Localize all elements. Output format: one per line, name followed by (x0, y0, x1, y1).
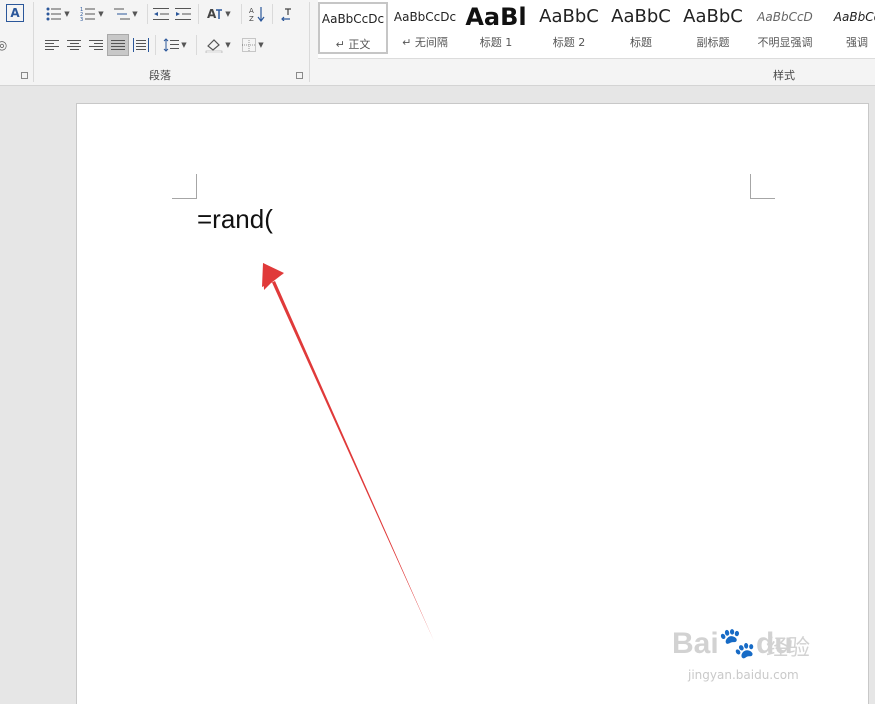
watermark-url: jingyan.baidu.com (688, 668, 799, 682)
watermark-logo-cn: 经验 (766, 636, 811, 661)
annotation-arrow (262, 263, 434, 641)
